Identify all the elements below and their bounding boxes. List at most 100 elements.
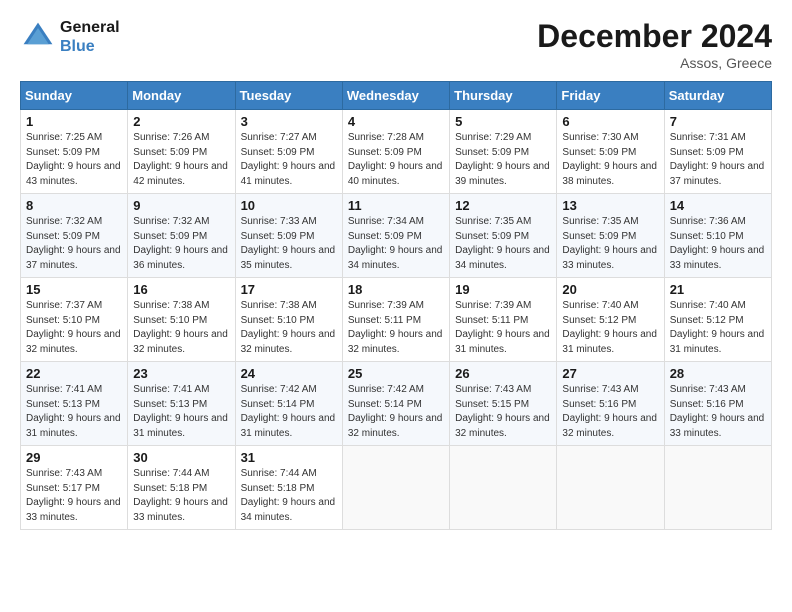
day-info: Sunrise: 7:42 AM Sunset: 5:14 PM Dayligh…	[348, 383, 444, 441]
table-row: 17 Sunrise: 7:38 AM Sunset: 5:10 PM Dayl…	[235, 278, 342, 362]
day-number: 8	[26, 198, 122, 213]
day-number: 22	[26, 366, 122, 381]
calendar-week-row: 22 Sunrise: 7:41 AM Sunset: 5:13 PM Dayl…	[21, 362, 772, 446]
day-number: 28	[670, 366, 766, 381]
day-number: 30	[133, 450, 229, 465]
day-info: Sunrise: 7:35 AM Sunset: 5:09 PM Dayligh…	[455, 215, 551, 273]
col-saturday: Saturday	[664, 82, 771, 110]
day-number: 7	[670, 114, 766, 129]
table-row: 7 Sunrise: 7:31 AM Sunset: 5:09 PM Dayli…	[664, 110, 771, 194]
day-info: Sunrise: 7:32 AM Sunset: 5:09 PM Dayligh…	[133, 215, 229, 273]
table-row: 19 Sunrise: 7:39 AM Sunset: 5:11 PM Dayl…	[450, 278, 557, 362]
day-info: Sunrise: 7:32 AM Sunset: 5:09 PM Dayligh…	[26, 215, 122, 273]
table-row: 9 Sunrise: 7:32 AM Sunset: 5:09 PM Dayli…	[128, 194, 235, 278]
col-tuesday: Tuesday	[235, 82, 342, 110]
day-info: Sunrise: 7:37 AM Sunset: 5:10 PM Dayligh…	[26, 299, 122, 357]
day-number: 6	[562, 114, 658, 129]
day-number: 5	[455, 114, 551, 129]
table-row: 28 Sunrise: 7:43 AM Sunset: 5:16 PM Dayl…	[664, 362, 771, 446]
page-container: General Blue December 2024 Assos, Greece…	[0, 0, 792, 540]
table-row: 5 Sunrise: 7:29 AM Sunset: 5:09 PM Dayli…	[450, 110, 557, 194]
day-number: 12	[455, 198, 551, 213]
day-number: 11	[348, 198, 444, 213]
table-row: 18 Sunrise: 7:39 AM Sunset: 5:11 PM Dayl…	[342, 278, 449, 362]
day-number: 29	[26, 450, 122, 465]
table-row: 29 Sunrise: 7:43 AM Sunset: 5:17 PM Dayl…	[21, 446, 128, 530]
day-info: Sunrise: 7:38 AM Sunset: 5:10 PM Dayligh…	[241, 299, 337, 357]
day-number: 17	[241, 282, 337, 297]
table-row: 31 Sunrise: 7:44 AM Sunset: 5:18 PM Dayl…	[235, 446, 342, 530]
day-info: Sunrise: 7:36 AM Sunset: 5:10 PM Dayligh…	[670, 215, 766, 273]
table-row: 20 Sunrise: 7:40 AM Sunset: 5:12 PM Dayl…	[557, 278, 664, 362]
table-row: 25 Sunrise: 7:42 AM Sunset: 5:14 PM Dayl…	[342, 362, 449, 446]
day-info: Sunrise: 7:40 AM Sunset: 5:12 PM Dayligh…	[562, 299, 658, 357]
day-number: 27	[562, 366, 658, 381]
day-number: 26	[455, 366, 551, 381]
table-row: 30 Sunrise: 7:44 AM Sunset: 5:18 PM Dayl…	[128, 446, 235, 530]
calendar-week-row: 29 Sunrise: 7:43 AM Sunset: 5:17 PM Dayl…	[21, 446, 772, 530]
col-monday: Monday	[128, 82, 235, 110]
day-number: 2	[133, 114, 229, 129]
day-info: Sunrise: 7:31 AM Sunset: 5:09 PM Dayligh…	[670, 131, 766, 189]
table-row: 8 Sunrise: 7:32 AM Sunset: 5:09 PM Dayli…	[21, 194, 128, 278]
table-row: 3 Sunrise: 7:27 AM Sunset: 5:09 PM Dayli…	[235, 110, 342, 194]
day-info: Sunrise: 7:35 AM Sunset: 5:09 PM Dayligh…	[562, 215, 658, 273]
location: Assos, Greece	[537, 55, 772, 71]
col-sunday: Sunday	[21, 82, 128, 110]
table-row: 12 Sunrise: 7:35 AM Sunset: 5:09 PM Dayl…	[450, 194, 557, 278]
table-row: 16 Sunrise: 7:38 AM Sunset: 5:10 PM Dayl…	[128, 278, 235, 362]
day-number: 4	[348, 114, 444, 129]
day-info: Sunrise: 7:33 AM Sunset: 5:09 PM Dayligh…	[241, 215, 337, 273]
day-number: 9	[133, 198, 229, 213]
logo-icon	[20, 19, 56, 55]
table-row: 11 Sunrise: 7:34 AM Sunset: 5:09 PM Dayl…	[342, 194, 449, 278]
day-info: Sunrise: 7:42 AM Sunset: 5:14 PM Dayligh…	[241, 383, 337, 441]
table-row: 27 Sunrise: 7:43 AM Sunset: 5:16 PM Dayl…	[557, 362, 664, 446]
day-info: Sunrise: 7:44 AM Sunset: 5:18 PM Dayligh…	[133, 467, 229, 525]
table-row: 13 Sunrise: 7:35 AM Sunset: 5:09 PM Dayl…	[557, 194, 664, 278]
day-info: Sunrise: 7:39 AM Sunset: 5:11 PM Dayligh…	[455, 299, 551, 357]
day-number: 21	[670, 282, 766, 297]
day-info: Sunrise: 7:27 AM Sunset: 5:09 PM Dayligh…	[241, 131, 337, 189]
day-info: Sunrise: 7:43 AM Sunset: 5:15 PM Dayligh…	[455, 383, 551, 441]
table-row: 4 Sunrise: 7:28 AM Sunset: 5:09 PM Dayli…	[342, 110, 449, 194]
title-block: December 2024 Assos, Greece	[537, 18, 772, 71]
day-info: Sunrise: 7:44 AM Sunset: 5:18 PM Dayligh…	[241, 467, 337, 525]
calendar-table: Sunday Monday Tuesday Wednesday Thursday…	[20, 81, 772, 530]
table-row: 10 Sunrise: 7:33 AM Sunset: 5:09 PM Dayl…	[235, 194, 342, 278]
table-row	[664, 446, 771, 530]
day-info: Sunrise: 7:30 AM Sunset: 5:09 PM Dayligh…	[562, 131, 658, 189]
table-row	[557, 446, 664, 530]
day-info: Sunrise: 7:26 AM Sunset: 5:09 PM Dayligh…	[133, 131, 229, 189]
day-number: 13	[562, 198, 658, 213]
day-info: Sunrise: 7:43 AM Sunset: 5:17 PM Dayligh…	[26, 467, 122, 525]
day-info: Sunrise: 7:40 AM Sunset: 5:12 PM Dayligh…	[670, 299, 766, 357]
logo-line1: General	[60, 18, 120, 37]
day-info: Sunrise: 7:28 AM Sunset: 5:09 PM Dayligh…	[348, 131, 444, 189]
table-row: 21 Sunrise: 7:40 AM Sunset: 5:12 PM Dayl…	[664, 278, 771, 362]
day-number: 20	[562, 282, 658, 297]
day-number: 10	[241, 198, 337, 213]
day-info: Sunrise: 7:43 AM Sunset: 5:16 PM Dayligh…	[670, 383, 766, 441]
day-number: 16	[133, 282, 229, 297]
table-row: 22 Sunrise: 7:41 AM Sunset: 5:13 PM Dayl…	[21, 362, 128, 446]
day-info: Sunrise: 7:39 AM Sunset: 5:11 PM Dayligh…	[348, 299, 444, 357]
day-info: Sunrise: 7:34 AM Sunset: 5:09 PM Dayligh…	[348, 215, 444, 273]
table-row: 2 Sunrise: 7:26 AM Sunset: 5:09 PM Dayli…	[128, 110, 235, 194]
day-info: Sunrise: 7:38 AM Sunset: 5:10 PM Dayligh…	[133, 299, 229, 357]
table-row: 24 Sunrise: 7:42 AM Sunset: 5:14 PM Dayl…	[235, 362, 342, 446]
day-number: 24	[241, 366, 337, 381]
calendar-week-row: 1 Sunrise: 7:25 AM Sunset: 5:09 PM Dayli…	[21, 110, 772, 194]
logo-line2: Blue	[60, 37, 120, 56]
day-info: Sunrise: 7:25 AM Sunset: 5:09 PM Dayligh…	[26, 131, 122, 189]
day-number: 19	[455, 282, 551, 297]
table-row: 23 Sunrise: 7:41 AM Sunset: 5:13 PM Dayl…	[128, 362, 235, 446]
day-number: 14	[670, 198, 766, 213]
month-title: December 2024	[537, 18, 772, 55]
col-wednesday: Wednesday	[342, 82, 449, 110]
day-number: 15	[26, 282, 122, 297]
day-info: Sunrise: 7:41 AM Sunset: 5:13 PM Dayligh…	[26, 383, 122, 441]
table-row	[450, 446, 557, 530]
calendar-body: 1 Sunrise: 7:25 AM Sunset: 5:09 PM Dayli…	[21, 110, 772, 530]
table-row	[342, 446, 449, 530]
